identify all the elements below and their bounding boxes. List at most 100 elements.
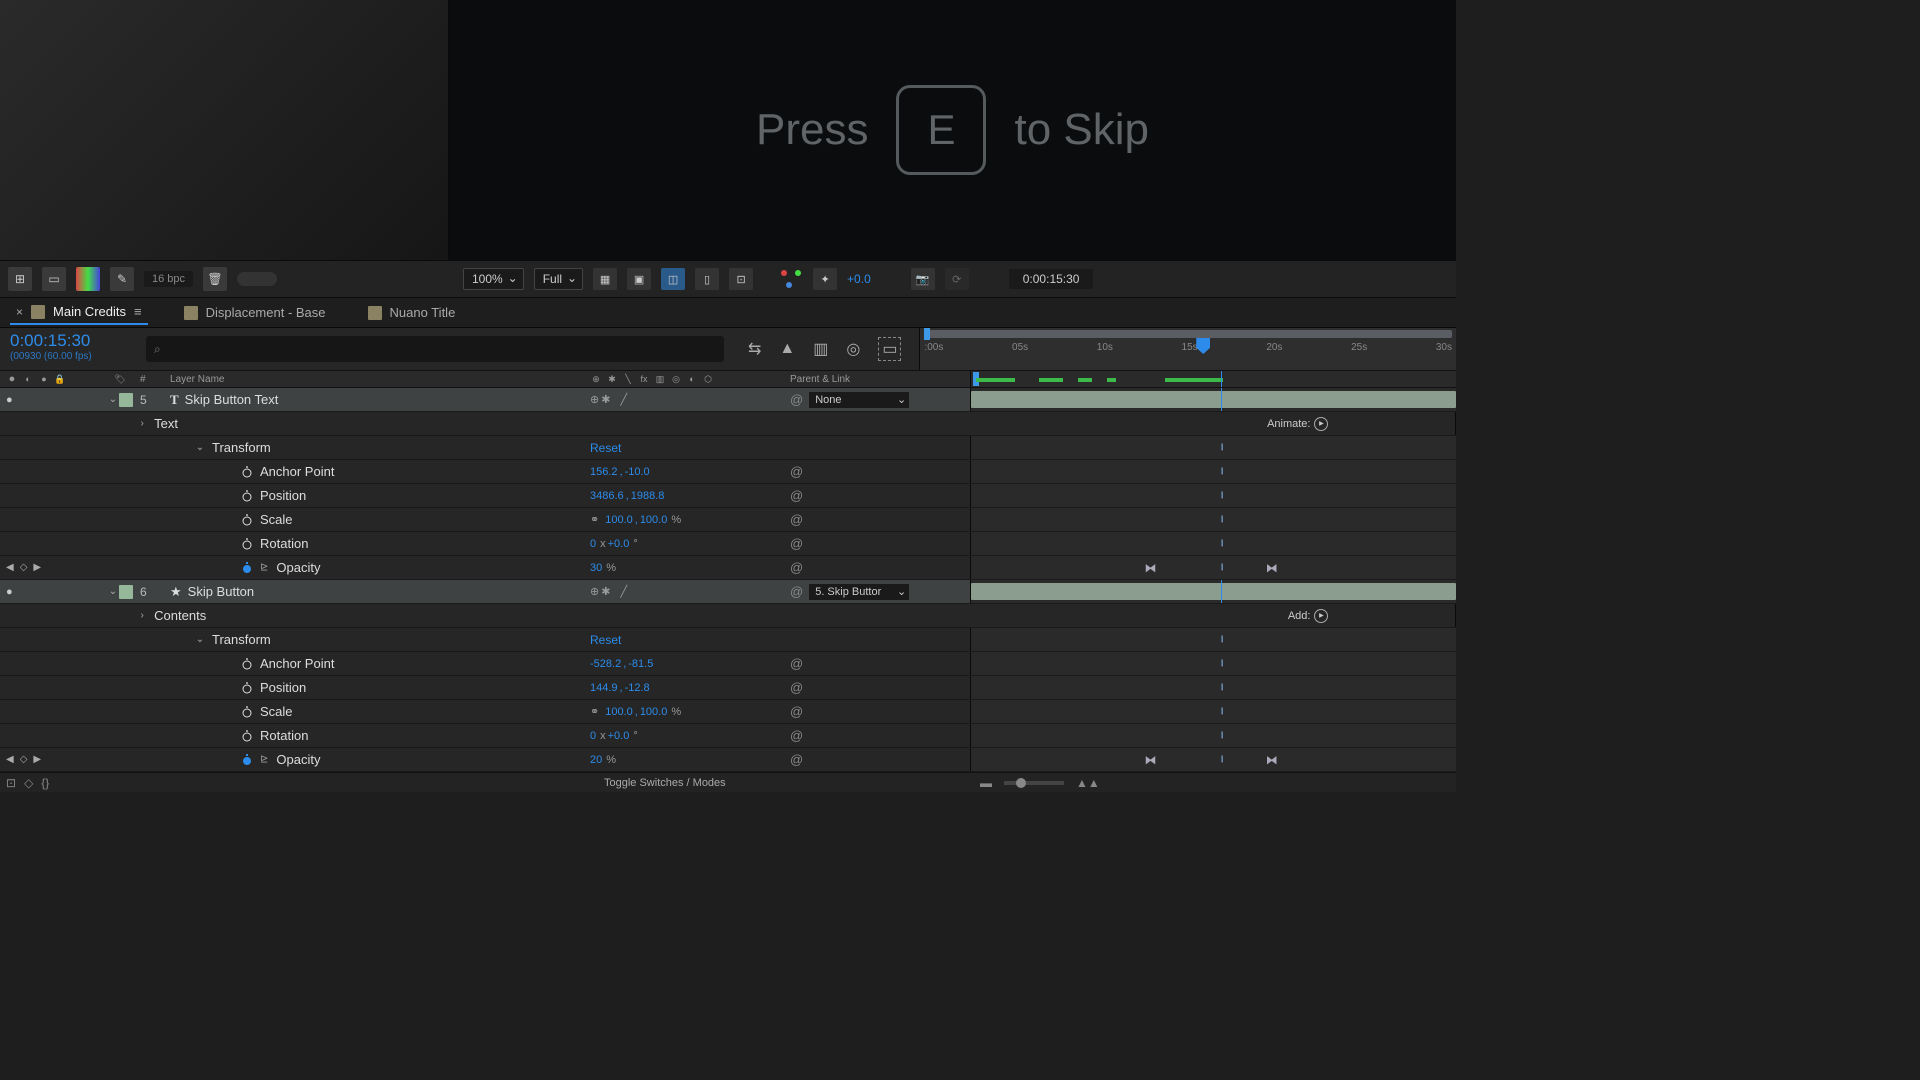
twirl-closed-icon[interactable]: › <box>136 418 148 429</box>
bpc-label[interactable]: 16 bpc <box>144 271 193 287</box>
pickwhip-icon[interactable]: @ <box>790 536 803 551</box>
close-icon[interactable]: × <box>16 305 23 319</box>
layer-5-row[interactable]: ● ⌄ 5 TSkip Button Text ⊕✱╱ @None <box>0 388 1456 412</box>
rotation-deg-value[interactable]: +0.0 <box>608 538 630 550</box>
stopwatch-icon[interactable] <box>240 657 254 671</box>
pickwhip-icon[interactable]: @ <box>790 656 803 671</box>
add-key-icon[interactable]: ◇ <box>20 562 28 573</box>
position-x-value[interactable]: 144.9 <box>590 682 618 694</box>
constrain-icon[interactable]: ⚭ <box>590 705 599 718</box>
pickwhip-icon[interactable]: @ <box>790 464 803 479</box>
frame-blend-icon[interactable]: ▥ <box>813 339 828 359</box>
color-mgmt-icon[interactable] <box>779 268 803 290</box>
zoom-slider[interactable] <box>1004 781 1064 785</box>
opacity-value[interactable]: 30 <box>590 562 602 574</box>
tab-nuano-title[interactable]: Nuano Title <box>362 301 462 324</box>
adjustment-icon[interactable]: ◐ <box>686 373 698 385</box>
pen-icon[interactable]: ✎ <box>110 267 134 291</box>
stopwatch-icon[interactable] <box>240 681 254 695</box>
pickwhip-icon[interactable]: @ <box>790 728 803 743</box>
anchor-point-row[interactable]: Anchor Point -528.2 ,-81.5 @ I <box>0 652 1456 676</box>
twirl-closed-icon[interactable]: › <box>136 610 148 621</box>
reset-button[interactable]: Reset <box>590 633 621 647</box>
shy-icon[interactable]: ⊕ <box>590 373 602 385</box>
layer-name[interactable]: Skip Button <box>188 584 255 599</box>
transparency-grid-icon[interactable]: ▦ <box>593 268 617 290</box>
twirl-open-icon[interactable]: ⌄ <box>107 586 119 597</box>
scale-row[interactable]: Scale ⚭100.0 ,100.0% @ I <box>0 700 1456 724</box>
reset-button[interactable]: Reset <box>590 441 621 455</box>
parent-dropdown[interactable]: None <box>809 392 909 408</box>
pickwhip-icon[interactable]: @ <box>790 704 803 719</box>
keyframe-icon[interactable]: ⧓ <box>1266 561 1278 575</box>
stopwatch-icon[interactable] <box>240 705 254 719</box>
next-key-icon[interactable]: ▶ <box>33 562 41 573</box>
add-key-icon[interactable]: ◇ <box>20 754 28 765</box>
tab-main-credits[interactable]: × Main Credits ≡ <box>10 300 148 325</box>
visibility-header-icon[interactable]: ● <box>6 373 18 385</box>
toggle-switches-modes-button[interactable]: Toggle Switches / Modes <box>604 777 726 789</box>
motion-blur-icon[interactable]: ◎ <box>846 339 860 359</box>
frame-blend-col-icon[interactable]: ▥ <box>654 373 666 385</box>
region-icon[interactable]: ◫ <box>661 268 685 290</box>
timecode[interactable]: 0:00:15:30 <box>10 331 130 351</box>
rotation-row[interactable]: Rotation 0x+0.0° @ I <box>0 532 1456 556</box>
toggle-brackets-icon[interactable]: {} <box>41 776 49 790</box>
mask-icon[interactable]: ▣ <box>627 268 651 290</box>
rotation-turns-value[interactable]: 0 <box>590 730 596 742</box>
anchor-x-value[interactable]: 156.2 <box>590 466 618 478</box>
label-swatch[interactable] <box>119 393 133 407</box>
rotation-row[interactable]: Rotation 0x+0.0° @ I <box>0 724 1456 748</box>
scale-row[interactable]: Scale ⚭100.0 ,100.0% @ I <box>0 508 1456 532</box>
aperture-icon[interactable]: ✦ <box>813 268 837 290</box>
next-key-icon[interactable]: ▶ <box>33 754 41 765</box>
scale-x-value[interactable]: 100.0 <box>605 706 633 718</box>
work-area-start[interactable] <box>924 328 930 340</box>
prev-key-icon[interactable]: ◀ <box>6 562 14 573</box>
zoom-in-icon[interactable]: ▲▲ <box>1076 776 1100 790</box>
transform-group-row[interactable]: ⌄Transform Reset I <box>0 436 1456 460</box>
audio-header-icon[interactable]: ◐ <box>22 373 34 385</box>
scale-y-value[interactable]: 100.0 <box>640 514 668 526</box>
graph-icon[interactable]: ⊵ <box>260 754 268 765</box>
project-panel[interactable] <box>0 0 449 260</box>
prev-key-icon[interactable]: ◀ <box>6 754 14 765</box>
position-y-value[interactable]: -12.8 <box>625 682 650 694</box>
toggle-modes-icon[interactable]: ◇ <box>24 776 33 790</box>
project-settings-icon[interactable] <box>76 267 100 291</box>
animate-menu-icon[interactable]: ▶ <box>1314 417 1328 431</box>
opacity-value[interactable]: 20 <box>590 754 602 766</box>
keyframe-icon[interactable]: ⧓ <box>1266 753 1278 767</box>
label-swatch[interactable] <box>119 585 133 599</box>
work-area-bar[interactable] <box>924 330 1452 338</box>
exposure-value[interactable]: +0.0 <box>847 272 871 286</box>
opacity-row[interactable]: ◀◇▶ ⊵Opacity 20% @ ⧓⧓I <box>0 748 1456 772</box>
snapshot-icon[interactable]: 📷 <box>911 268 935 290</box>
show-snapshot-icon[interactable]: ⟳ <box>945 268 969 290</box>
graph-icon[interactable]: ⊵ <box>260 562 268 573</box>
motion-blur-col-icon[interactable]: ◎ <box>670 373 682 385</box>
stopwatch-icon[interactable] <box>240 561 254 575</box>
draft-3d-icon[interactable]: ▲ <box>779 340 795 358</box>
keyframe-icon[interactable]: ⧓ <box>1144 753 1156 767</box>
time-ruler[interactable]: :00s 05s 10s 15s 20s 25s 30s <box>919 328 1456 370</box>
constrain-icon[interactable]: ⚭ <box>590 513 599 526</box>
pickwhip-icon[interactable]: @ <box>790 392 803 407</box>
add-menu-icon[interactable]: ▶ <box>1314 609 1328 623</box>
composition-viewer[interactable]: Press E to Skip <box>449 0 1456 260</box>
keyframe-icon[interactable]: ⧓ <box>1144 561 1156 575</box>
layer-search[interactable]: ⌕ <box>146 336 724 362</box>
stopwatch-icon[interactable] <box>240 753 254 767</box>
layer-6-row[interactable]: ● ⌄ 6 ★Skip Button ⊕✱╱ @5. Skip Buttor <box>0 580 1456 604</box>
parent-header[interactable]: Parent & Link <box>790 374 850 385</box>
lock-header-icon[interactable]: 🔒 <box>54 373 66 385</box>
zoom-out-icon[interactable]: ▬ <box>980 776 992 790</box>
rotation-turns-value[interactable]: 0 <box>590 538 596 550</box>
preview-time[interactable]: 0:00:15:30 <box>1009 269 1094 289</box>
resolution-dropdown[interactable]: Full <box>534 268 583 290</box>
pickwhip-icon[interactable]: @ <box>790 512 803 527</box>
stopwatch-icon[interactable] <box>240 537 254 551</box>
position-row[interactable]: Position 144.9 ,-12.8 @ I <box>0 676 1456 700</box>
pickwhip-icon[interactable]: @ <box>790 680 803 695</box>
solo-header-icon[interactable]: ● <box>38 373 50 385</box>
